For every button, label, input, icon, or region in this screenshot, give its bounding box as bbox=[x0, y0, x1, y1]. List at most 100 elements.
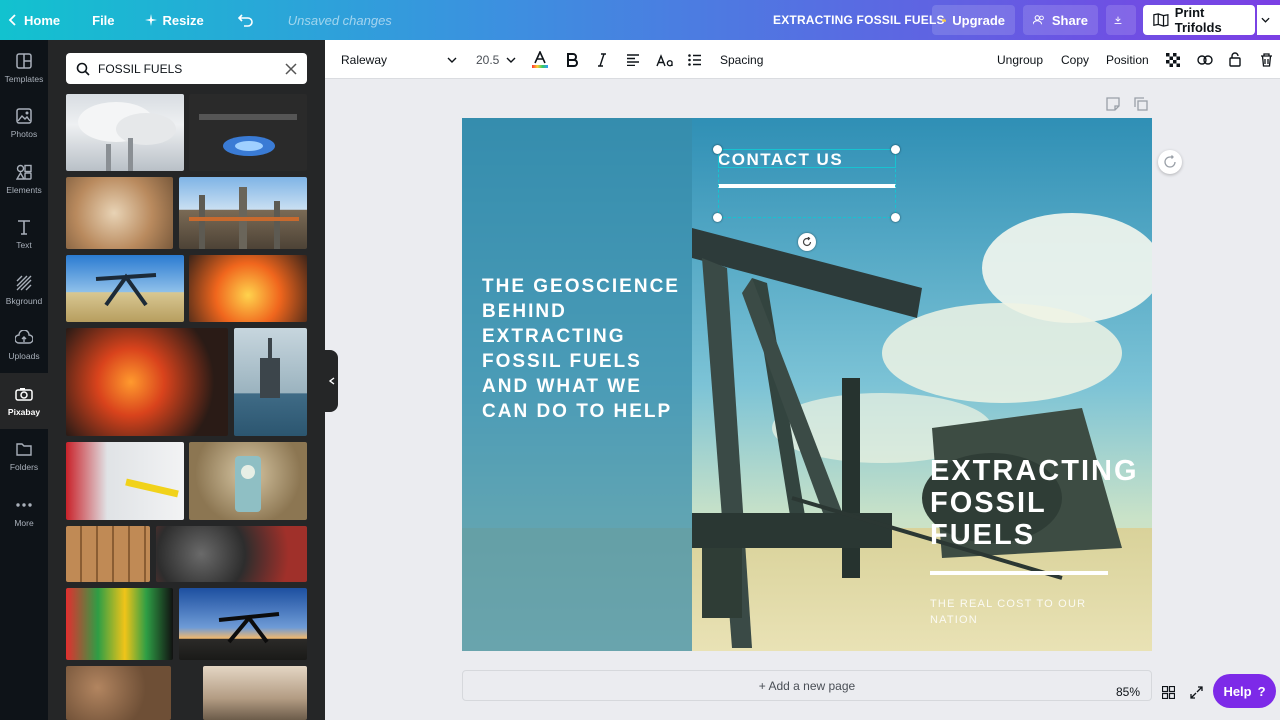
home-button[interactable]: Home bbox=[0, 0, 70, 40]
rail-item-text[interactable]: Text bbox=[0, 207, 48, 263]
subtitle-text[interactable]: THE REAL COST TO OUR NATION bbox=[930, 596, 1120, 628]
image-thumbnail[interactable] bbox=[203, 666, 307, 720]
list-button[interactable] bbox=[688, 40, 702, 79]
rail-item-background[interactable]: Bkground bbox=[0, 262, 48, 318]
align-button[interactable] bbox=[626, 40, 640, 79]
left-panel-heading[interactable]: THE GEOSCIENCE BEHIND EXTRACTING FOSSIL … bbox=[482, 274, 682, 424]
help-question-icon: ? bbox=[1257, 683, 1266, 699]
rail-label: Text bbox=[16, 240, 32, 251]
ungroup-button[interactable]: Ungroup bbox=[997, 40, 1043, 79]
download-button[interactable] bbox=[1106, 5, 1136, 35]
transparency-button[interactable] bbox=[1166, 40, 1180, 79]
font-size-dropdown[interactable]: 20.5 bbox=[476, 40, 516, 79]
image-thumbnail[interactable] bbox=[189, 442, 307, 520]
fullscreen-icon[interactable] bbox=[1190, 685, 1203, 699]
image-thumbnail[interactable] bbox=[66, 588, 173, 660]
folders-icon bbox=[15, 440, 33, 458]
share-label: Share bbox=[1051, 12, 1088, 28]
resize-handle-bottom-left[interactable] bbox=[713, 213, 722, 222]
text-color-button[interactable] bbox=[532, 40, 548, 79]
zoom-level[interactable]: 85% bbox=[1116, 685, 1160, 699]
document-title[interactable]: EXTRACTING FOSSIL FUELS bbox=[773, 0, 945, 40]
bold-button[interactable] bbox=[566, 40, 578, 79]
image-thumbnail[interactable] bbox=[189, 255, 307, 322]
rail-label: Pixabay bbox=[7, 406, 41, 417]
more-options-button[interactable] bbox=[1257, 5, 1280, 35]
rail-label: More bbox=[14, 517, 34, 528]
position-button[interactable]: Position bbox=[1106, 40, 1149, 79]
rail-item-pixabay[interactable]: Pixabay bbox=[0, 373, 48, 429]
image-thumbnail[interactable] bbox=[179, 588, 307, 660]
bold-icon bbox=[567, 52, 578, 67]
grid-view-icon[interactable] bbox=[1162, 685, 1175, 699]
resize-handle-bottom-right[interactable] bbox=[891, 213, 900, 222]
add-new-page-button[interactable]: + Add a new page bbox=[462, 670, 1152, 701]
duplicate-page-icon[interactable] bbox=[1134, 97, 1148, 111]
collapse-panel-button[interactable] bbox=[325, 350, 338, 412]
fuel-nozzle-image bbox=[125, 478, 179, 498]
image-thumbnail[interactable] bbox=[66, 255, 184, 322]
rail-item-templates[interactable]: Templates bbox=[0, 40, 48, 96]
rail-label: Templates bbox=[4, 73, 44, 84]
rail-item-uploads[interactable]: Uploads bbox=[0, 318, 48, 374]
font-family-dropdown[interactable]: Raleway bbox=[341, 40, 457, 79]
rotate-icon bbox=[802, 237, 812, 247]
left-rail: Templates Photos Elements Text Bkground … bbox=[0, 40, 48, 720]
resize-handle-top-right[interactable] bbox=[891, 145, 900, 154]
rail-item-photos[interactable]: Photos bbox=[0, 96, 48, 152]
image-thumbnail[interactable] bbox=[179, 177, 307, 249]
rail-label: Bkground bbox=[5, 295, 43, 306]
image-thumbnail[interactable] bbox=[189, 94, 307, 171]
letter-case-icon bbox=[656, 53, 673, 66]
lock-button[interactable] bbox=[1229, 40, 1241, 79]
copy-label: Copy bbox=[1061, 52, 1090, 67]
undo-button[interactable] bbox=[228, 0, 270, 40]
spacing-button[interactable]: Spacing bbox=[720, 40, 763, 79]
rail-item-folders[interactable]: Folders bbox=[0, 429, 48, 485]
align-left-icon bbox=[627, 53, 639, 66]
italic-icon bbox=[598, 52, 606, 67]
image-thumbnail[interactable] bbox=[234, 328, 307, 436]
image-thumbnail[interactable] bbox=[66, 442, 184, 520]
delete-button[interactable] bbox=[1260, 40, 1273, 79]
share-button[interactable]: Share bbox=[1023, 5, 1098, 35]
image-thumbnail[interactable] bbox=[66, 526, 150, 582]
image-thumbnail[interactable] bbox=[66, 94, 184, 171]
image-thumbnail[interactable] bbox=[66, 177, 173, 249]
rotate-handle[interactable] bbox=[798, 233, 816, 251]
search-box[interactable]: FOSSIL FUELS bbox=[66, 53, 307, 84]
print-trifolds-button[interactable]: Print Trifolds bbox=[1143, 5, 1255, 35]
copy-button[interactable]: Copy bbox=[1061, 40, 1089, 79]
gas-stove-image bbox=[199, 114, 297, 156]
rail-label: Folders bbox=[9, 462, 39, 473]
link-button[interactable] bbox=[1197, 40, 1213, 79]
home-label: Home bbox=[24, 12, 61, 28]
smokestack-image bbox=[78, 102, 176, 171]
undo-icon bbox=[237, 14, 253, 27]
main-title-line: FUELS bbox=[930, 519, 1036, 551]
design-canvas[interactable]: THE GEOSCIENCE BEHIND EXTRACTING FOSSIL … bbox=[462, 118, 1152, 651]
rail-item-more[interactable]: More bbox=[0, 484, 48, 540]
image-thumbnail[interactable] bbox=[66, 328, 228, 436]
old-gas-pump-image bbox=[235, 456, 261, 512]
page-notes-icon[interactable] bbox=[1106, 97, 1120, 111]
main-title[interactable]: EXTRACTING FOSSIL FUELS bbox=[930, 455, 1139, 551]
title-underline[interactable] bbox=[930, 571, 1108, 575]
help-button[interactable]: Help ? bbox=[1213, 674, 1276, 708]
letter-case-button[interactable] bbox=[656, 40, 674, 79]
regenerate-button[interactable] bbox=[1158, 150, 1182, 174]
rail-item-elements[interactable]: Elements bbox=[0, 151, 48, 207]
file-menu[interactable]: File bbox=[82, 0, 124, 40]
resize-handle-top-left[interactable] bbox=[713, 145, 722, 154]
chevron-down-icon bbox=[506, 57, 516, 63]
unsaved-status: Unsaved changes bbox=[287, 12, 392, 28]
italic-button[interactable] bbox=[597, 40, 607, 79]
resize-button[interactable]: Resize bbox=[135, 0, 214, 40]
image-thumbnail[interactable] bbox=[66, 666, 171, 720]
image-thumbnail[interactable] bbox=[156, 526, 307, 582]
share-users-icon bbox=[1033, 15, 1044, 25]
upgrade-button[interactable]: Upgrade bbox=[932, 5, 1015, 35]
clear-search-icon[interactable] bbox=[285, 62, 297, 75]
search-input[interactable]: FOSSIL FUELS bbox=[98, 62, 285, 76]
refinery-image bbox=[189, 187, 299, 249]
